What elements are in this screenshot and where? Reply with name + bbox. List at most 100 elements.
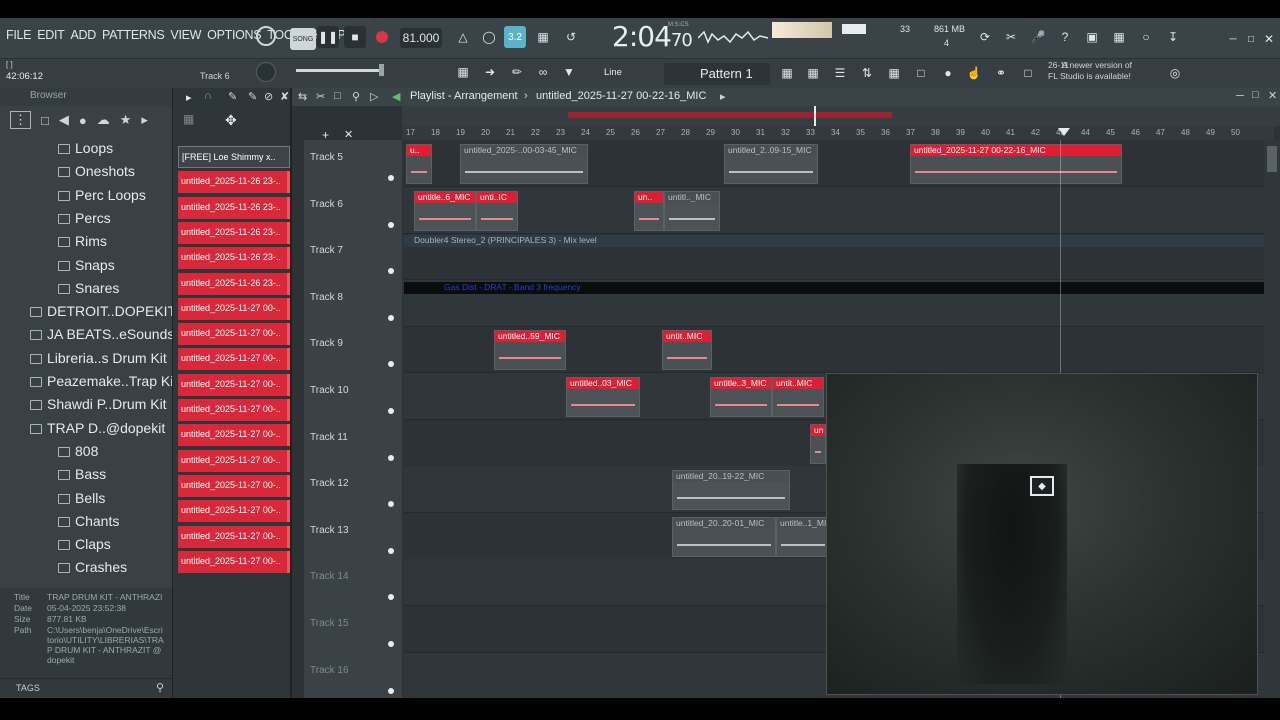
picker-tool-icon[interactable]: ▦ [183,112,194,126]
video-preview[interactable]: ◆ [826,373,1258,695]
audio-clip[interactable]: untit..MIC [662,330,712,371]
track-label[interactable]: Track 12 [310,478,349,489]
clip-item[interactable]: untitled_2025-11-27 00-.. [178,373,290,396]
clip-item[interactable]: untitled_2025-11-27 00-.. [178,474,290,497]
track-enable-led[interactable] [388,594,394,601]
clip-item[interactable]: untitled_2025-11-26 23-.. [178,196,290,219]
pencil-icon[interactable]: ✎ [228,90,237,103]
search-icon[interactable]: ⚲ [156,681,164,694]
track-enable-led[interactable] [388,687,394,694]
render-icon[interactable]: ▦ [1108,26,1130,48]
cut-icon[interactable]: ✂ [1000,26,1022,48]
page-icon[interactable]: □ [910,62,932,84]
timeline-ruler[interactable]: 17 18 19 20 21 22 23 24 25 26 27 28 29 30 31 32 33 34 35 36… [402,126,1274,140]
browser-item[interactable]: JA BEATS..eSounds1 [30,326,182,342]
update-message-2[interactable]: FL Studio is available! [1048,71,1131,81]
audio-clip[interactable]: untitle..6_MIC [414,190,476,231]
browser-item[interactable]: 808 [58,443,98,459]
cpu-knob-icon[interactable] [256,26,276,46]
track-enable-led[interactable] [388,501,394,508]
clip-item[interactable]: untitled_2025-11-27 00-.. [178,348,290,371]
step-seq-icon[interactable]: ▦ [776,62,798,84]
download-icon[interactable]: ↧ [1162,26,1184,48]
browser-item[interactable]: Rims [58,233,107,249]
browser-item[interactable]: DETROIT..DOPEKIT [30,303,176,319]
clip-item[interactable]: untitled_2025-11-26 23-.. [178,247,290,270]
browser-item[interactable]: Snaps [58,257,115,273]
clip-item[interactable]: untitled_2025-11-27 00-.. [178,424,290,447]
track-label[interactable]: Track 13 [310,525,349,536]
browser-item[interactable]: Loops [58,140,113,156]
pl-close-icon[interactable]: ✕ [1268,89,1277,102]
tape-icon[interactable]: ⚭ [990,62,1012,84]
menu-options[interactable]: OPTIONS [207,28,261,42]
browser-item[interactable]: Bass [58,466,106,482]
arrow-right-icon[interactable]: ➜ [479,61,501,83]
track-label[interactable]: Track 14 [310,571,349,582]
select-icon[interactable]: □ [334,90,341,102]
automation-clip[interactable]: Gas Dist - DRAT - Band 3 frequency [404,281,1264,294]
menu-patterns[interactable]: PATTERNS [102,28,165,42]
mute-icon[interactable]: ✘ [280,90,289,103]
track-label[interactable]: Track 6 [310,199,343,210]
browser-item[interactable]: Shawdi P..Drum Kit [30,396,167,412]
browser-item[interactable]: Peazemake..Trap Kit [30,373,177,389]
track-label[interactable]: Track 16 [310,665,349,676]
cloud-icon[interactable]: ☁ [97,112,110,128]
typing-keyboard-icon[interactable]: ▦ [532,26,554,48]
chat-icon[interactable]: ○ [1135,26,1157,48]
delete-icon[interactable]: ⊘ [264,90,273,103]
magnet-icon[interactable]: ∩ [204,90,212,102]
snap-selector[interactable]: Line [588,65,658,83]
track-enable-led[interactable] [388,221,394,228]
clip-item[interactable]: untitled_2025-11-27 00-.. [178,323,290,346]
song-mode-toggle[interactable]: SONG [290,28,316,50]
slip-icon[interactable]: ⇆ [298,90,307,103]
plugin-database-icon[interactable]: ● [79,113,87,128]
audio-clip[interactable]: untitled_20..19-22_MIC [672,470,790,511]
back-icon[interactable]: ◀ [59,112,69,128]
help-icon[interactable]: ? [1054,26,1076,48]
menu-edit[interactable]: EDIT [37,28,65,42]
audio-clip[interactable]: untitled_2025-..00-03-45_MIC [460,144,588,184]
track-enable-led[interactable] [388,408,394,414]
audio-clip[interactable]: untitled..59_MIC [494,330,566,371]
file-icon[interactable]: □ [41,113,49,128]
track-lane[interactable] [404,186,1264,234]
browser-item[interactable]: Claps [58,536,111,552]
track-label[interactable]: Track 8 [310,292,343,303]
audio-clip[interactable]: un [810,423,826,464]
play-button[interactable]: ❚❚ [317,26,339,48]
audio-clip[interactable]: u.. [406,144,432,184]
save-icon[interactable]: ▣ [1081,26,1103,48]
audio-clip[interactable]: untitle..1_MIC [776,516,830,557]
slider-handle[interactable] [379,64,384,76]
track-label[interactable]: Track 7 [310,245,343,256]
piano-icon[interactable]: ▦ [452,61,474,83]
visibility-icon[interactable]: ◆ [1030,476,1054,496]
audio-clip[interactable]: un.. [634,190,664,231]
clip-item[interactable]: [FREE] Loe Shimmy x.. [178,146,290,168]
stamp-icon[interactable]: ▼ [558,61,580,83]
tempo-display[interactable]: 81.000 [400,28,442,48]
plugin-icon[interactable]: ● [937,62,959,84]
audio-clip[interactable]: untitled_2025-11-27 00-22-16_MIC [910,144,1122,184]
audio-clip[interactable]: untitled_20..20-01_MIC [672,516,776,557]
metronome-icon[interactable]: △ [452,26,474,48]
paint-icon[interactable]: ✎ [248,90,257,103]
audio-clip[interactable]: untitle..3_MIC [710,377,772,417]
clip-item[interactable]: untitled_2025-11-26 23-.. [178,272,290,295]
audio-clip[interactable]: untitl.._MIC [664,190,720,231]
menu-add[interactable]: ADD [70,28,96,42]
star-icon[interactable]: ★ [120,112,132,128]
pattern-icon[interactable]: ◀ [392,90,400,103]
pl-minimize-icon[interactable]: ─ [1236,90,1244,102]
track-enable-led[interactable] [388,268,394,275]
scrollbar-thumb[interactable] [1267,146,1277,172]
browser-item[interactable]: Snares [58,280,119,296]
view-options-icon[interactable]: ⋮ [10,111,31,129]
browser-item[interactable]: Crashes [58,559,127,575]
menu-file[interactable]: FILE [6,28,32,42]
channel-rack-icon[interactable]: ▦ [802,62,824,84]
zoom-icon[interactable]: ⚲ [352,90,360,103]
